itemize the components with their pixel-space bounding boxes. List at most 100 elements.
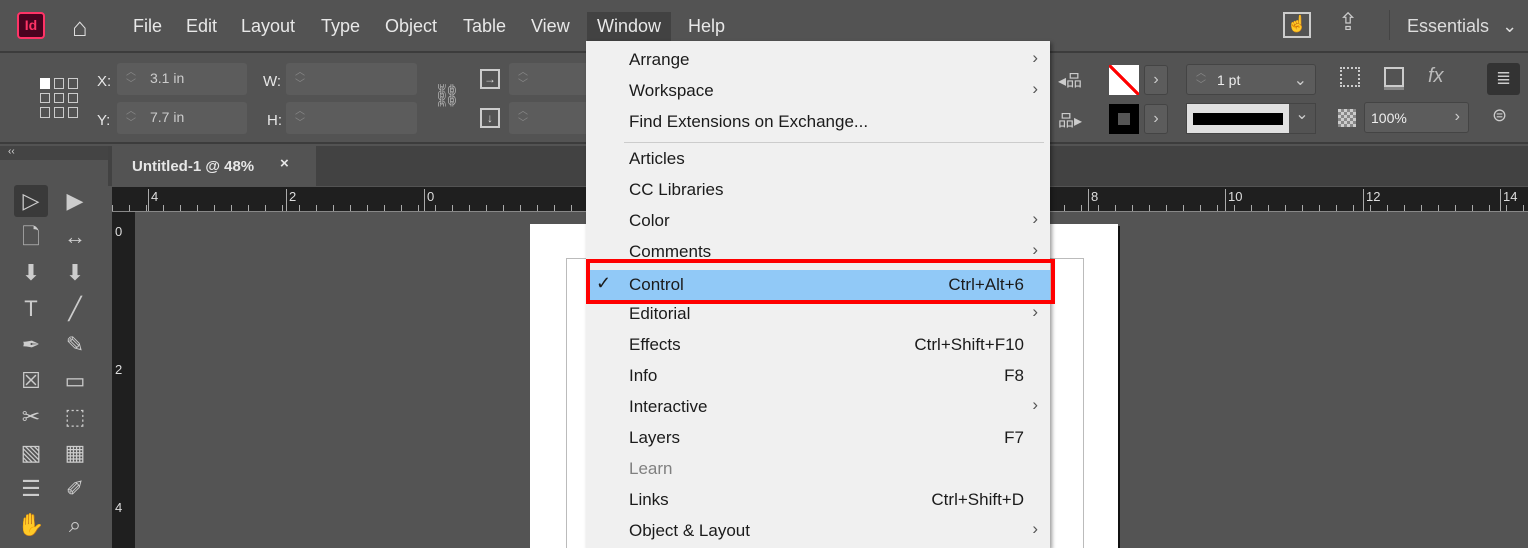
selection-tool-icon[interactable]: ▷ xyxy=(14,185,48,217)
fill-menu-button[interactable]: › xyxy=(1144,65,1168,95)
scissors-tool-icon[interactable]: ✂ xyxy=(14,401,48,433)
width-field[interactable]: ︿ ﹀ xyxy=(286,63,417,95)
menu-item-label: Editorial xyxy=(629,304,691,323)
menu-table[interactable]: Table xyxy=(463,16,506,37)
menu-item-interactive[interactable]: Interactive › xyxy=(586,392,1050,423)
fill-swatch[interactable] xyxy=(1109,65,1139,95)
stroke-menu-button[interactable]: › xyxy=(1144,104,1168,134)
x-label: X: xyxy=(97,73,112,90)
menu-item-links[interactable]: Links Ctrl+Shift+D xyxy=(586,485,1050,516)
document-tab-title: Untitled-1 @ 48% xyxy=(132,158,255,175)
rectangle-tool-icon[interactable]: ▭ xyxy=(58,365,92,397)
gradient-swatch-tool-icon[interactable]: ▧ xyxy=(14,437,48,469)
menu-file[interactable]: File xyxy=(133,16,162,37)
publish-online-icon[interactable]: ☝ xyxy=(1283,12,1311,38)
chevron-down-icon: ⌄ xyxy=(1502,16,1518,36)
ruler-tick-label: 2 xyxy=(286,189,296,211)
ruler-tick-label: 8 xyxy=(1088,189,1098,211)
scale-y-field[interactable]: ︿ ﹀ xyxy=(509,102,589,134)
menu-edit[interactable]: Edit xyxy=(186,16,217,37)
menu-item-label: Interactive xyxy=(629,397,708,416)
ruler-tick-label: 14 xyxy=(1500,189,1517,211)
reference-point-icon[interactable] xyxy=(40,78,80,118)
menu-item-object-layout[interactable]: Object & Layout › xyxy=(586,516,1050,547)
menu-item-label: Info xyxy=(629,366,658,385)
menu-item-label: Find Extensions on Exchange... xyxy=(629,112,869,131)
content-placer-tool-icon[interactable]: ⬇ xyxy=(58,257,92,289)
direct-selection-tool-icon[interactable]: ▶ xyxy=(58,185,92,217)
effects-fx-icon[interactable]: fx xyxy=(1428,65,1444,88)
menu-window[interactable]: Window xyxy=(587,12,672,42)
free-transform-tool-icon[interactable]: ⬚ xyxy=(58,401,92,433)
height-field[interactable]: ︿ ﹀ xyxy=(286,102,417,134)
menu-item-effects[interactable]: Effects Ctrl+Shift+F10 xyxy=(586,330,1050,361)
note-tool-icon[interactable]: ☰ xyxy=(14,473,48,505)
document-tab[interactable]: Untitled-1 @ 48% × xyxy=(112,146,316,186)
submenu-arrow-icon: › xyxy=(1032,519,1038,538)
stroke-swatch[interactable] xyxy=(1109,104,1139,134)
submenu-arrow-icon: › xyxy=(1032,302,1038,321)
menu-item-cc-libraries[interactable]: CC Libraries xyxy=(586,175,1050,206)
menu-item-workspace[interactable]: Workspace › xyxy=(586,76,1050,107)
menu-view[interactable]: View xyxy=(531,16,570,37)
line-tool-icon[interactable]: ╱ xyxy=(58,293,92,325)
chevron-down-icon: ⌄ xyxy=(1293,72,1307,89)
menu-item-info[interactable]: Info F8 xyxy=(586,361,1050,392)
ruler-tick-label: 4 xyxy=(115,500,123,515)
close-icon[interactable]: × xyxy=(280,155,289,172)
constrain-proportions-icon[interactable]: ⛓ xyxy=(433,83,461,109)
scale-x-icon[interactable]: → xyxy=(480,69,500,89)
workspace-switcher[interactable]: Essentials ⌄ xyxy=(1407,16,1517,37)
y-value: 7.7 in xyxy=(150,109,185,125)
scale-x-field[interactable]: ︿ ﹀ xyxy=(509,63,589,95)
menu-help[interactable]: Help xyxy=(688,16,725,37)
menu-item-label: Workspace xyxy=(629,81,714,100)
indesign-logo: Id xyxy=(17,12,45,39)
menu-item-color[interactable]: Color › xyxy=(586,206,1050,237)
stroke-type-dropdown[interactable]: ⌄ xyxy=(1186,103,1316,134)
eyedropper-tool-icon[interactable]: ✐ xyxy=(58,473,92,505)
ruler-tick-label: 12 xyxy=(1363,189,1380,211)
pencil-tool-icon[interactable]: ✎ xyxy=(58,329,92,361)
ruler-tick-label: 4 xyxy=(148,189,158,211)
content-collector-tool-icon[interactable]: ⬇ xyxy=(14,257,48,289)
share-icon[interactable]: ⇪ xyxy=(1338,8,1358,37)
home-icon[interactable]: ⌂ xyxy=(72,12,88,43)
drop-shadow-icon[interactable] xyxy=(1384,67,1404,87)
collapse-panel-icon[interactable]: ‹‹ xyxy=(0,146,108,160)
menu-item-label: Arrange xyxy=(629,50,690,69)
ruler-tick-label: 0 xyxy=(115,224,123,239)
x-field[interactable]: ︿ ﹀ 3.1 in xyxy=(117,63,247,95)
menu-object[interactable]: Object xyxy=(385,16,437,37)
text-wrap-icon[interactable]: ≣ xyxy=(1487,63,1520,95)
submenu-arrow-icon: › xyxy=(1032,79,1038,98)
gap-tool-icon[interactable]: ↔ xyxy=(58,221,92,253)
pen-tool-icon[interactable]: ✒ xyxy=(14,329,48,361)
menu-item-arrange[interactable]: Arrange › xyxy=(586,45,1050,76)
menu-item-layers[interactable]: Layers F7 xyxy=(586,423,1050,454)
opacity-field[interactable]: 100% › xyxy=(1364,102,1469,133)
stroke-weight-value: 1 pt xyxy=(1217,72,1241,88)
w-label: W: xyxy=(263,73,282,90)
type-tool-icon[interactable]: T xyxy=(14,293,48,325)
gradient-feather-tool-icon[interactable]: ▦ xyxy=(58,437,92,469)
workspace-label: Essentials xyxy=(1407,16,1490,36)
wrap-around-object-icon[interactable]: ⊜ xyxy=(1492,105,1507,126)
submenu-arrow-icon: › xyxy=(1032,395,1038,414)
rectangle-frame-tool-icon[interactable]: ☒ xyxy=(14,365,48,397)
select-next-object-icon[interactable]: 品▸ xyxy=(1058,107,1082,131)
menu-item-label: Color xyxy=(629,211,670,230)
menu-item-find-extensions-on-exchange-[interactable]: Find Extensions on Exchange... xyxy=(586,107,1050,138)
menu-item-shortcut: F7 xyxy=(1004,428,1024,447)
menu-layout[interactable]: Layout xyxy=(241,16,295,37)
select-previous-object-icon[interactable]: ◂品 xyxy=(1058,67,1082,91)
frame-fitting-icon[interactable] xyxy=(1340,67,1360,87)
stroke-weight-field[interactable]: ︿ ﹀ 1 pt ⌄ xyxy=(1186,64,1316,95)
hand-tool-icon[interactable]: ✋ xyxy=(14,509,48,541)
scale-y-icon[interactable]: ↓ xyxy=(480,108,500,128)
menu-item-articles[interactable]: Articles xyxy=(586,144,1050,175)
y-field[interactable]: ︿ ﹀ 7.7 in xyxy=(117,102,247,134)
page-tool-icon[interactable]: 🗋 xyxy=(14,221,48,253)
menu-type[interactable]: Type xyxy=(321,16,360,37)
zoom-tool-icon[interactable]: ⌕ xyxy=(58,509,92,541)
